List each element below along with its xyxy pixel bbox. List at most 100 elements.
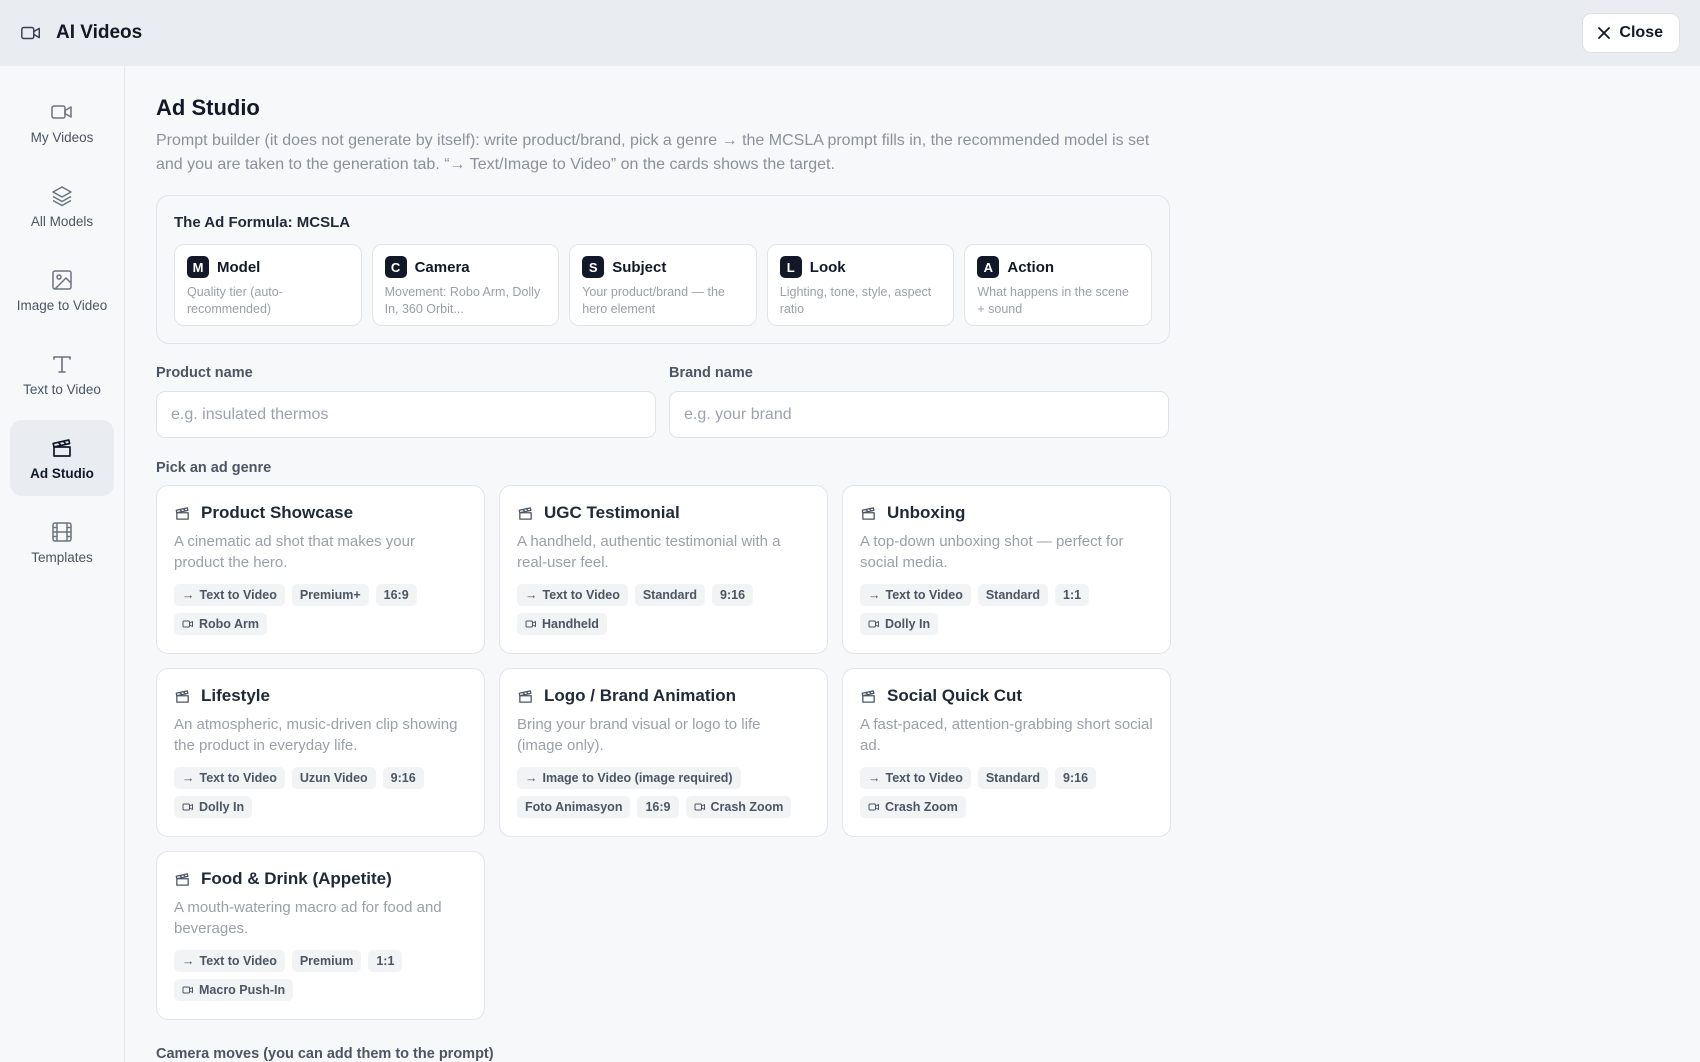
formula-letter-badge: L xyxy=(779,256,802,278)
camera-tag: Crash Zoom xyxy=(685,796,792,818)
layers-icon xyxy=(52,185,72,206)
video-camera-icon xyxy=(868,620,879,628)
tier-tag: Uzun Video xyxy=(291,767,376,789)
genre-description: A handheld, authentic testimonial with a… xyxy=(517,533,781,571)
formula-description: What happens in the scene + sound xyxy=(977,285,1129,316)
target-tag: → Text to Video xyxy=(174,584,285,606)
camera-tag: Crash Zoom xyxy=(860,796,966,818)
clapperboard-icon xyxy=(52,438,71,457)
camera-tag: Dolly In xyxy=(174,796,253,818)
close-icon xyxy=(1598,27,1611,39)
formula-description: Your product/brand — the hero element xyxy=(582,285,725,316)
camera-tag-label: Handheld xyxy=(542,617,599,631)
target-tag: → Text to Video xyxy=(860,767,971,789)
genre-card-logo-brand-animation[interactable]: Logo / Brand Animation Bring your brand … xyxy=(499,668,828,837)
camera-tag-label: Dolly In xyxy=(199,800,245,814)
app-title: AI Videos xyxy=(56,22,143,43)
camera-tag: Handheld xyxy=(517,613,607,635)
camera-tag-label: Robo Arm xyxy=(199,617,259,631)
sidebar-item-text-to-video[interactable]: Text to Video xyxy=(10,336,114,412)
close-button-label: Close xyxy=(1619,24,1663,41)
arrow-right-icon: → xyxy=(182,771,195,785)
arrow-right-icon: → xyxy=(868,588,881,602)
target-tag: → Text to Video xyxy=(860,584,971,606)
ratio-tag: 16:9 xyxy=(637,796,679,818)
film-icon xyxy=(52,521,72,542)
genre-description: Bring your brand visual or logo to life … xyxy=(517,716,761,754)
genre-description: A top-down unboxing shot — perfect for s… xyxy=(860,533,1124,571)
camera-tag: Macro Push-In xyxy=(174,979,294,1001)
camera-tag: Dolly In xyxy=(860,613,939,635)
clapperboard-icon xyxy=(518,506,532,520)
formula-name: Camera xyxy=(414,258,470,276)
page-title: Ad Studio xyxy=(156,95,260,120)
genre-card-ugc-testimonial[interactable]: UGC Testimonial A handheld, authentic te… xyxy=(499,485,828,654)
main-content: Ad Studio Prompt builder (it does not ge… xyxy=(156,66,1171,1020)
video-camera-icon xyxy=(51,104,72,119)
camera-tag-label: Dolly In xyxy=(885,617,931,631)
camera-tag: Robo Arm xyxy=(174,613,267,635)
arrow-right-icon: → xyxy=(525,588,538,602)
sidebar-item-label: Templates xyxy=(31,549,93,565)
brand-name-input[interactable] xyxy=(669,391,1169,438)
target-tag-label: Text to Video xyxy=(885,588,963,602)
clapperboard-icon xyxy=(175,872,189,886)
formula-letter-badge: C xyxy=(384,256,407,278)
target-tag-label: Text to Video xyxy=(885,771,963,785)
target-tag: → Text to Video xyxy=(174,950,285,972)
target-tag: → Text to Video xyxy=(174,767,285,789)
genre-grid: Product Showcase A cinematic ad shot tha… xyxy=(156,485,1171,1020)
genre-card-product-showcase[interactable]: Product Showcase A cinematic ad shot tha… xyxy=(156,485,485,654)
target-tag: → Text to Video xyxy=(517,584,628,606)
genre-card-social-quick-cut[interactable]: Social Quick Cut A fast-paced, attention… xyxy=(842,668,1171,837)
target-tag-label: Image to Video (image required) xyxy=(542,771,733,785)
top-bar: AI Videos Close xyxy=(0,0,1700,66)
formula-card-subject: S Subject Your product/brand — the hero e… xyxy=(569,244,757,326)
formula-card-look: L Look Lighting, tone, style, aspect rati… xyxy=(766,244,955,326)
close-button[interactable]: Close xyxy=(1582,13,1680,53)
tier-tag: Standard xyxy=(977,767,1049,789)
formula-description: Quality tier (auto-recommended) xyxy=(187,285,283,316)
target-tag: → Image to Video (image required) xyxy=(517,767,741,789)
genre-title: Lifestyle xyxy=(201,686,270,705)
tier-tag: Premium xyxy=(291,950,362,972)
clapperboard-icon xyxy=(175,689,189,703)
sidebar-item-templates[interactable]: Templates xyxy=(10,504,114,580)
product-name-input[interactable] xyxy=(156,391,656,438)
camera-tag-label: Crash Zoom xyxy=(885,800,958,814)
genre-card-unboxing[interactable]: Unboxing A top-down unboxing shot — perf… xyxy=(842,485,1171,654)
sidebar-item-ad-studio[interactable]: Ad Studio xyxy=(10,420,114,496)
genre-title: Social Quick Cut xyxy=(887,686,1023,705)
product-name-field: Product name xyxy=(156,365,656,438)
formula-name: Action xyxy=(1007,258,1055,276)
sidebar-item-my-videos[interactable]: My Videos xyxy=(10,84,114,160)
camera-moves-label: Camera moves (you can add them to the pr… xyxy=(156,1046,494,1062)
target-tag-label: Text to Video xyxy=(199,954,277,968)
clapperboard-icon xyxy=(175,506,189,520)
sidebar: My Videos All Models Image to Video Text… xyxy=(0,66,125,1062)
brand-name-field: Brand name xyxy=(669,365,1169,438)
ratio-tag: 9:16 xyxy=(382,767,424,789)
sidebar-item-image-to-video[interactable]: Image to Video xyxy=(10,252,114,328)
genre-title: Logo / Brand Animation xyxy=(544,686,737,705)
target-tag-label: Text to Video xyxy=(542,588,620,602)
video-camera-icon xyxy=(20,22,42,44)
product-name-label: Product name xyxy=(156,365,253,381)
genre-card-food-drink[interactable]: Food & Drink (Appetite) A mouth-watering… xyxy=(156,851,485,1020)
clapperboard-icon xyxy=(518,689,532,703)
formula-letter-badge: A xyxy=(977,256,1000,278)
ad-formula-panel: The Ad Formula: MCSLA M Model Quality tie… xyxy=(156,195,1170,344)
genre-card-lifestyle[interactable]: Lifestyle An atmospheric, music-driven c… xyxy=(156,668,485,837)
ad-formula-title: The Ad Formula: MCSLA xyxy=(174,214,351,231)
arrow-right-icon: → xyxy=(182,954,195,968)
arrow-right-icon: → xyxy=(868,771,881,785)
formula-description: Lighting, tone, style, aspect ratio xyxy=(779,285,932,316)
genre-title: UGC Testimonial xyxy=(544,503,680,522)
video-camera-icon xyxy=(182,620,193,628)
tier-tag: Standard xyxy=(634,584,706,606)
sidebar-item-all-models[interactable]: All Models xyxy=(10,168,114,244)
sidebar-item-label: Text to Video xyxy=(23,381,101,397)
camera-tag-label: Crash Zoom xyxy=(710,800,784,814)
page-description: Prompt builder (it does not generate by … xyxy=(156,132,1150,173)
genre-title: Unboxing xyxy=(887,503,966,522)
